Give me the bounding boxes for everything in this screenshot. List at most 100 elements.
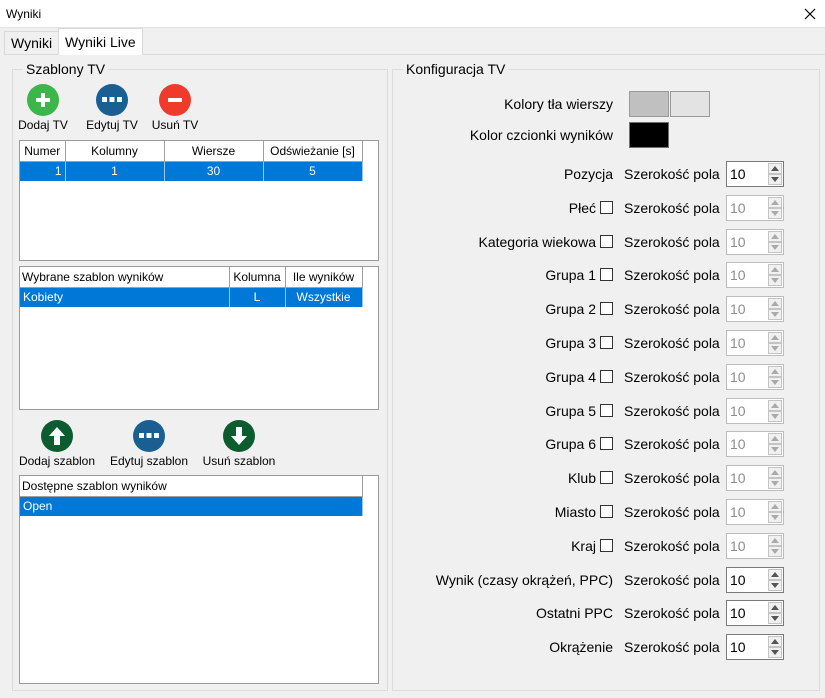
- stepper-down-button: [768, 343, 782, 354]
- field-checkbox-miasto[interactable]: [600, 505, 613, 518]
- stepper-down-button[interactable]: [768, 580, 782, 591]
- stepper-up-button[interactable]: [768, 602, 782, 613]
- stepper-down-button: [768, 377, 782, 388]
- width-value: 10: [730, 403, 746, 419]
- width-value[interactable]: 10: [730, 605, 746, 621]
- stepper-down-button[interactable]: [768, 174, 782, 185]
- width-value: 10: [730, 470, 746, 486]
- chevron-down-icon: [771, 515, 779, 520]
- field-checkbox-kraj[interactable]: [600, 539, 613, 552]
- field-checkbox-grupa-2[interactable]: [600, 302, 613, 315]
- remove-tv-button[interactable]: Usuń TV: [147, 84, 203, 132]
- field-checkbox-kategoria-wiekowa[interactable]: [600, 235, 613, 248]
- chevron-down-icon: [771, 211, 779, 216]
- remove-tv-label: Usuń TV: [151, 118, 199, 132]
- stepper-up-button: [768, 366, 782, 377]
- width-stepper-okra-z-enie[interactable]: 10: [726, 634, 784, 660]
- row-bg-color-1-swatch[interactable]: [629, 91, 669, 117]
- column-header[interactable]: Numer: [20, 141, 66, 162]
- column-header[interactable]: Dostępne szablon wyników: [20, 476, 363, 497]
- width-label: Szerokość pola: [624, 301, 720, 317]
- width-stepper-kategoria-wiekowa: 10: [726, 229, 784, 255]
- tv-config-group: Konfiguracja TV Kolory tła wierszy Kolor…: [392, 61, 820, 691]
- selected-templates-table[interactable]: Wybrane szablon wyników Kolumna Ile wyni…: [19, 266, 379, 410]
- chevron-down-icon: [771, 650, 779, 655]
- available-templates-table[interactable]: Dostępne szablon wyników Open: [19, 475, 379, 684]
- add-tv-button[interactable]: Dodaj TV: [15, 84, 71, 132]
- stepper-up-button: [768, 535, 782, 546]
- edit-template-button[interactable]: Edytuj szablon: [107, 420, 191, 468]
- stepper-down-button[interactable]: [768, 647, 782, 658]
- tv-config-group-title: Konfiguracja TV: [403, 61, 509, 77]
- field-checkbox-grupa-5[interactable]: [600, 404, 613, 417]
- font-color-label: Kolor czcionki wyników: [469, 127, 613, 143]
- width-value[interactable]: 10: [730, 166, 746, 182]
- stepper-up-button[interactable]: [768, 636, 782, 647]
- stepper-down-button[interactable]: [768, 613, 782, 624]
- field-checkbox-grupa-4[interactable]: [600, 370, 613, 383]
- stepper-up-button[interactable]: [768, 163, 782, 174]
- table-row[interactable]: 1 1 30 5: [20, 161, 363, 181]
- field-label-kategoria-wiekowa: Kategoria wiekowa: [478, 234, 613, 250]
- stepper-up-button[interactable]: [768, 569, 782, 580]
- table-row[interactable]: Open: [20, 496, 363, 516]
- width-stepper-grupa-1: 10: [726, 262, 784, 288]
- width-stepper-ostatni-ppc[interactable]: 10: [726, 600, 784, 626]
- width-stepper-wynik-czasy-okra-z-en-ppc[interactable]: 10: [726, 567, 784, 593]
- column-header[interactable]: Odświeżanie [s]: [263, 141, 363, 162]
- stepper-arrows: [768, 366, 782, 388]
- tv-table-header: Numer Kolumny Wiersze Odświeżanie [s]: [20, 141, 363, 162]
- window-title: Wyniki: [6, 7, 42, 21]
- field-label-klub: Klub: [568, 470, 613, 486]
- stepper-up-button: [768, 501, 782, 512]
- chevron-down-icon: [771, 380, 779, 385]
- add-template-label: Dodaj szablon: [18, 454, 96, 468]
- chevron-down-icon: [771, 481, 779, 486]
- field-checkbox-grupa-3[interactable]: [600, 336, 613, 349]
- column-header[interactable]: Wybrane szablon wyników: [20, 267, 230, 288]
- field-label-text: Kraj: [571, 538, 596, 554]
- edit-tv-button[interactable]: Edytuj TV: [81, 84, 143, 132]
- chevron-up-icon: [771, 436, 779, 441]
- add-tv-label: Dodaj TV: [18, 118, 68, 132]
- width-value[interactable]: 10: [730, 639, 746, 655]
- tab-panel-wyniki-live: Szablony TV Dodaj TV Edytuj TV Usuń TV N…: [4, 54, 825, 696]
- window-titlebar: Wyniki: [0, 0, 825, 28]
- selected-table-header: Wybrane szablon wyników Kolumna Ile wyni…: [20, 267, 363, 288]
- stepper-arrows: [768, 231, 782, 253]
- field-checkbox-klub[interactable]: [600, 471, 613, 484]
- column-header[interactable]: Kolumna: [229, 267, 286, 288]
- close-button[interactable]: [795, 0, 825, 28]
- tab-wyniki[interactable]: Wyniki: [4, 31, 60, 55]
- width-stepper-grupa-3: 10: [726, 330, 784, 356]
- field-label-text: Pozycja: [563, 166, 613, 182]
- table-cell: 5: [263, 161, 363, 181]
- table-cell: Wszystkie: [285, 287, 363, 307]
- field-checkbox-grupa-1[interactable]: [600, 268, 613, 281]
- field-label-p-ec: Płeć: [569, 200, 613, 216]
- font-color-swatch[interactable]: [629, 122, 669, 148]
- add-template-button[interactable]: Dodaj szablon: [15, 420, 99, 468]
- field-label-miasto: Miasto: [555, 504, 613, 520]
- stepper-down-button: [768, 478, 782, 489]
- tv-table[interactable]: Numer Kolumny Wiersze Odświeżanie [s] 1 …: [19, 140, 379, 261]
- edit-tv-label: Edytuj TV: [86, 118, 138, 132]
- row-bg-color-2-swatch[interactable]: [670, 91, 710, 117]
- column-header[interactable]: Kolumny: [65, 141, 165, 162]
- column-header[interactable]: Wiersze: [164, 141, 264, 162]
- field-checkbox-p-ec[interactable]: [600, 201, 613, 214]
- tab-wyniki-live[interactable]: Wyniki Live: [58, 28, 143, 55]
- width-label: Szerokość pola: [624, 166, 720, 182]
- remove-template-button[interactable]: Usuń szablon: [199, 420, 279, 468]
- ellipsis-icon: [133, 420, 165, 452]
- width-stepper-pozycja[interactable]: 10: [726, 161, 784, 187]
- table-row[interactable]: Kobiety L Wszystkie: [20, 287, 363, 307]
- field-label-wynik-czasy-okra-z-en-ppc: Wynik (czasy okrążeń, PPC): [436, 572, 613, 588]
- field-checkbox-grupa-6[interactable]: [600, 437, 613, 450]
- table-cell: Open: [20, 496, 363, 516]
- width-stepper-miasto: 10: [726, 499, 784, 525]
- width-value[interactable]: 10: [730, 572, 746, 588]
- column-header[interactable]: Ile wyników: [285, 267, 363, 288]
- stepper-up-button: [768, 231, 782, 242]
- field-label-text: Klub: [567, 470, 596, 486]
